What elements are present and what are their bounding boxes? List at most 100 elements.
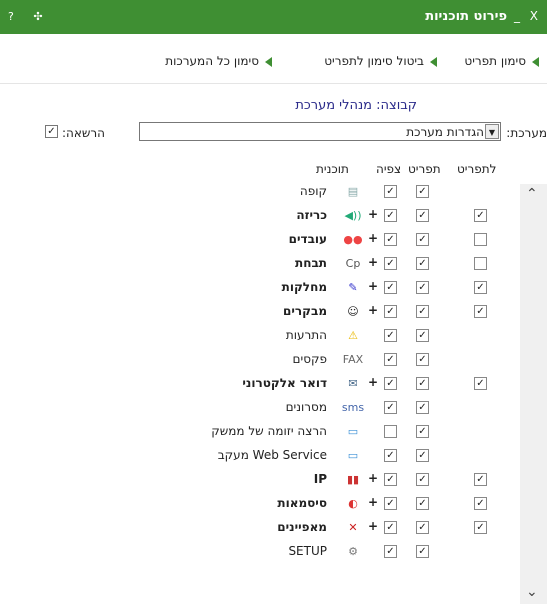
view-checkbox[interactable]: ✓ xyxy=(384,401,397,414)
menu-checkbox[interactable]: ✓ xyxy=(416,329,429,342)
table-row: Web Service מעקב ▭ ✓ ✓ xyxy=(0,444,520,468)
scroll-up-icon[interactable]: ⌃ xyxy=(526,186,538,202)
table-row: מאפיינים ✕ + ✓ ✓ ✓ xyxy=(0,516,520,540)
view-checkbox[interactable]: ✓ xyxy=(384,305,397,318)
system-label: מערכת: xyxy=(506,126,547,140)
programs-list: קופה ▤ ✓ ✓ כריזה ◀)) + ✓ ✓ ✓ עובדים ●● + ✓ ✓ תבחת Cp + ✓ ✓ מ… xyxy=(0,176,547,609)
table-row: מחלקות ✎ + ✓ ✓ ✓ xyxy=(0,276,520,300)
menu-checkbox[interactable]: ✓ xyxy=(416,305,429,318)
expand-plus-icon[interactable]: + xyxy=(368,375,378,389)
program-label: IP xyxy=(313,472,327,486)
program-label: התרעות xyxy=(285,328,327,342)
expand-plus-icon[interactable]: + xyxy=(368,207,378,221)
expand-plus-icon[interactable]: + xyxy=(368,231,378,245)
to-menu-checkbox[interactable]: ✓ xyxy=(474,497,487,510)
table-row: סיסמאות ◐ + ✓ ✓ ✓ xyxy=(0,492,520,516)
expand-plus-icon[interactable]: + xyxy=(368,519,378,533)
menu-checkbox[interactable]: ✓ xyxy=(416,425,429,438)
view-checkbox[interactable]: ✓ xyxy=(384,449,397,462)
view-checkbox[interactable]: ✓ xyxy=(384,281,397,294)
view-checkbox[interactable]: ✓ xyxy=(384,377,397,390)
ip-icon: ▮▮ xyxy=(346,472,360,486)
unmark-menu-button[interactable]: ביטול סימון לתפריט xyxy=(324,54,437,68)
column-header-program: תוכנית xyxy=(316,162,349,176)
view-checkbox[interactable]: ✓ xyxy=(384,329,397,342)
toolbar: סימון תפריט ביטול סימון לתפריט סימון כל … xyxy=(0,34,547,84)
menu-checkbox[interactable]: ✓ xyxy=(416,449,429,462)
group-label: קבוצה: מנהלי מערכת xyxy=(295,98,417,113)
view-checkbox[interactable]: ✓ xyxy=(384,353,397,366)
arrow-left-icon xyxy=(265,56,272,67)
view-checkbox[interactable]: ✓ xyxy=(384,521,397,534)
expand-plus-icon[interactable]: + xyxy=(368,471,378,485)
scroll-down-icon[interactable]: ⌄ xyxy=(526,584,538,600)
menu-checkbox[interactable]: ✓ xyxy=(416,233,429,246)
table-row: פקסים FAX ✓ ✓ xyxy=(0,348,520,372)
chevron-down-icon[interactable]: ▼ xyxy=(485,124,499,139)
view-checkbox[interactable]: ✓ xyxy=(384,473,397,486)
visitors-icon: ☺ xyxy=(347,304,359,318)
program-label: הרצה יזומה של ממשק xyxy=(211,424,327,438)
menu-checkbox[interactable]: ✓ xyxy=(416,521,429,534)
table-row: עובדים ●● + ✓ ✓ xyxy=(0,228,520,252)
program-label: מאפיינים xyxy=(277,520,327,534)
menu-checkbox[interactable]: ✓ xyxy=(416,401,429,414)
table-row: IP ▮▮ + ✓ ✓ ✓ xyxy=(0,468,520,492)
arrow-left-icon xyxy=(430,56,437,67)
expand-plus-icon[interactable]: + xyxy=(368,303,378,317)
menu-checkbox[interactable]: ✓ xyxy=(416,209,429,222)
program-label: פקסים xyxy=(292,352,327,366)
view-checkbox[interactable]: ✓ xyxy=(384,497,397,510)
to-menu-checkbox[interactable]: ✓ xyxy=(474,209,487,222)
title-bar: ? ✣ פירוט תוכניות _ X xyxy=(0,0,547,34)
menu-checkbox[interactable]: ✓ xyxy=(416,353,429,366)
to-menu-checkbox[interactable] xyxy=(474,257,487,270)
title-bar-left-icons[interactable]: ? ✣ xyxy=(8,10,51,23)
sms-icon: sms xyxy=(341,400,365,414)
expand-plus-icon[interactable]: + xyxy=(368,495,378,509)
window-controls[interactable]: _ X xyxy=(514,9,541,23)
expand-plus-icon[interactable]: + xyxy=(368,279,378,293)
to-menu-checkbox[interactable]: ✓ xyxy=(474,473,487,486)
view-checkbox[interactable]: ✓ xyxy=(384,257,397,270)
passwords-icon: ◐ xyxy=(348,496,358,510)
menu-checkbox[interactable]: ✓ xyxy=(416,257,429,270)
permission-checkbox[interactable]: ✓ xyxy=(45,125,58,138)
view-checkbox[interactable] xyxy=(384,425,397,438)
vertical-scrollbar[interactable]: ⌃ ⌄ xyxy=(520,184,547,604)
view-checkbox[interactable]: ✓ xyxy=(384,233,397,246)
menu-checkbox[interactable]: ✓ xyxy=(416,473,429,486)
permission-label: הרשאה: xyxy=(62,126,106,140)
expand-plus-icon[interactable]: + xyxy=(368,255,378,269)
table-row: דואר אלקטרוני ✉ + ✓ ✓ ✓ xyxy=(0,372,520,396)
setup-icon: ⚙ xyxy=(348,544,358,558)
menu-checkbox[interactable]: ✓ xyxy=(416,545,429,558)
menu-checkbox[interactable]: ✓ xyxy=(416,377,429,390)
departments-icon: ✎ xyxy=(348,280,358,294)
view-checkbox[interactable]: ✓ xyxy=(384,545,397,558)
to-menu-checkbox[interactable]: ✓ xyxy=(474,521,487,534)
arrow-left-icon xyxy=(532,56,539,67)
column-header-to-menu: לתפריט xyxy=(457,162,497,176)
table-row: תבחת Cp + ✓ ✓ xyxy=(0,252,520,276)
menu-checkbox[interactable]: ✓ xyxy=(416,497,429,510)
menu-checkbox[interactable]: ✓ xyxy=(416,281,429,294)
table-row: קופה ▤ ✓ ✓ xyxy=(0,180,520,204)
menu-checkbox[interactable]: ✓ xyxy=(416,185,429,198)
mark-menu-button[interactable]: סימון תפריט xyxy=(464,54,539,68)
table-row: מסרונים sms ✓ ✓ xyxy=(0,396,520,420)
column-header-view: צפיה xyxy=(376,162,402,176)
system-select[interactable]: ▼ הגדרות מערכת xyxy=(139,122,501,141)
interface-run-icon: ▭ xyxy=(347,424,359,438)
to-menu-checkbox[interactable]: ✓ xyxy=(474,305,487,318)
email-icon: ✉ xyxy=(348,376,358,390)
mark-all-systems-button[interactable]: סימון כל המערכות xyxy=(165,54,272,68)
program-label: מחלקות xyxy=(281,280,327,294)
to-menu-checkbox[interactable] xyxy=(474,233,487,246)
loudspeaker-icon: ◀)) xyxy=(344,208,362,222)
view-checkbox[interactable]: ✓ xyxy=(384,209,397,222)
view-checkbox[interactable]: ✓ xyxy=(384,185,397,198)
to-menu-checkbox[interactable]: ✓ xyxy=(474,377,487,390)
warning-icon: ⚠ xyxy=(348,328,358,342)
to-menu-checkbox[interactable]: ✓ xyxy=(474,281,487,294)
